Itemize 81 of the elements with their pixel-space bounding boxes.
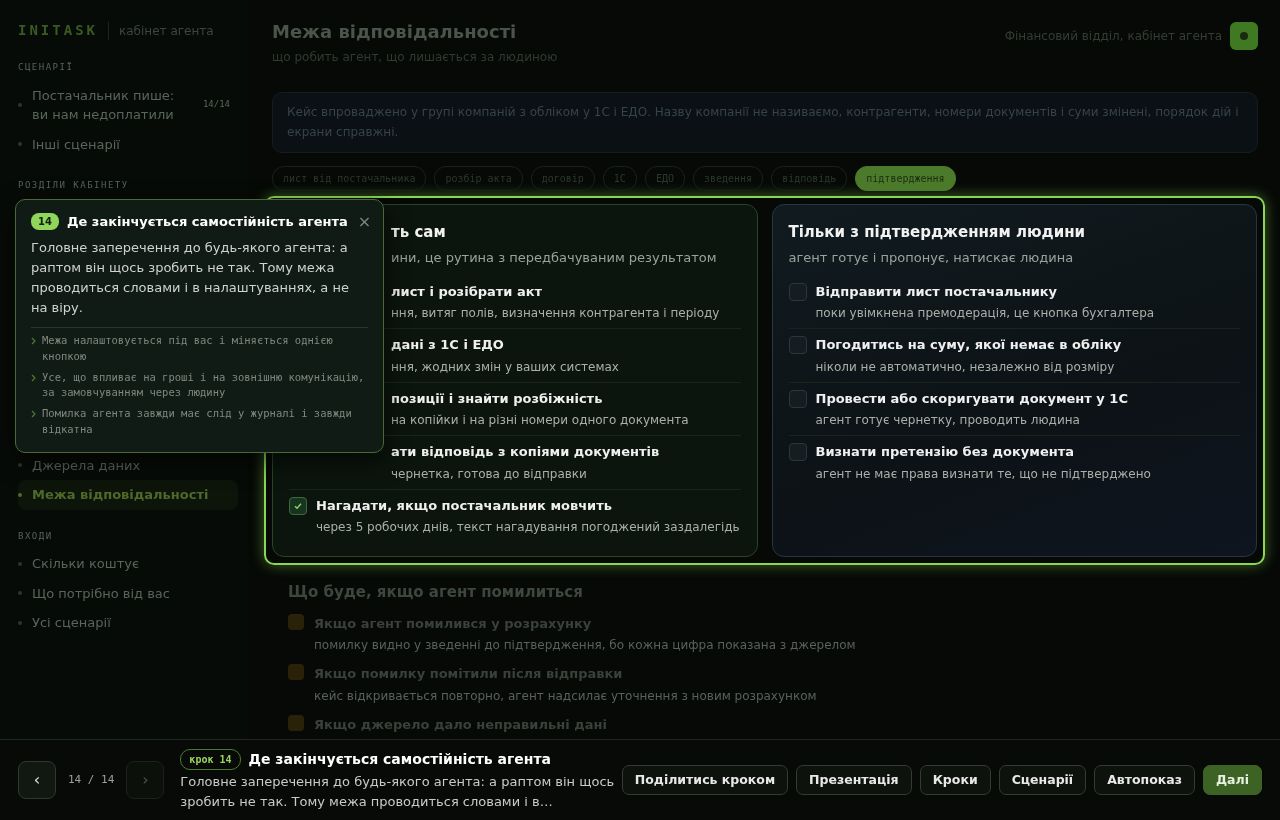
section-label: СЦЕНАРІЇ [18,61,75,74]
popover-title: Де закінчується самостійність агента [66,213,348,231]
logo: INITASK [18,21,98,40]
chevron-icon [31,373,36,382]
item-description: ння, жодних змін у ваших системах [391,358,619,376]
sidebar-item-label: Постачальник пише: ви нам недоплатили [32,86,176,124]
item-title: ати відповідь з копіями документів [391,443,660,462]
bullet-dot [18,561,22,566]
bullet-dot [18,591,22,596]
close-button[interactable]: × [355,213,374,230]
item-description: поки увімкнена премодерація, це кнопка бухгалтера [815,305,1155,323]
step-tag[interactable]: підтвердження [855,165,956,191]
item-title: дані з 1С і ЕДО [391,336,505,355]
action-button[interactable]: Кроки [919,764,991,796]
bullet-dot [18,142,22,147]
sidebar-item[interactable]: Інші сценарії [18,129,238,159]
warning-icon [288,613,304,630]
item-description: агент не має права визнати те, що не підтверджено [815,465,1151,483]
step-badge: крок 14 [180,749,241,770]
action-button[interactable]: Поділитись кроком [621,764,789,796]
warning-icon [288,664,304,681]
step-badge: 14 [31,213,59,231]
item-description: ння, витяг полів, визначення контрагента і періоду [391,305,720,323]
sidebar-item[interactable]: Постачальник пише: ви нам недоплатили 14/14 [18,80,238,130]
bullet-text: Усе, що впливає на гроші і на зовнішню комунікацію, за замовчуванням через людину [42,369,366,401]
item-description: агент готує чернетку, проводить людина [815,412,1081,430]
previous-button[interactable]: ‹ [18,761,56,799]
risk-title: Якщо помилку помітили після відправки [314,665,624,684]
bullet-text: Межа налаштовується під вас і міняється однією кнопкою [42,333,334,364]
bullet-dot [18,103,22,107]
item-title: Визнати претензію без документа [815,443,1076,462]
item-title: лист і розібрати акт [391,282,544,301]
chevron-icon [31,410,36,419]
sidebar-item[interactable]: Що потрібно від вас [18,578,238,608]
sidebar-item-label: Усі сценарії [32,614,111,632]
sidebar-item-label: Межа відповідальності [32,486,209,504]
sidebar-item[interactable]: Межа відповідальності [18,480,238,510]
section-title: Що буде, якщо агент помилиться [288,582,584,604]
sidebar-item[interactable]: Скільки коштує [18,549,238,579]
item-description: ніколи не автоматично, незалежно від розміру [815,358,1116,376]
item-title: Відправити лист постачальнику [815,282,1059,301]
risk-description: кейс відкривається повторно, агент надсилає уточнення з новим розрахунком [314,687,817,705]
sidebar-item[interactable]: Джерела даних [18,450,238,480]
risk-description: помилку видно у зведенні до підтвердження, бо кожна цифра показана з джерелом [314,637,856,655]
item-title: Погодитись на суму, якої немає в обліку [815,336,1122,355]
sidebar-item[interactable]: Усі сценарії [18,608,238,638]
sidebar-item-label: Інші сценарії [32,135,120,154]
bullet-text: Помилка агента завжди має слід у журналі і завжди відкатна [42,406,353,437]
avatar-icon [1230,22,1258,50]
brand-subtitle: кабінет агента [108,21,214,40]
page-title: Межа відповідальності [272,20,518,44]
action-button[interactable]: Далі [1203,764,1262,796]
sidebar-item-label: Джерела даних [32,456,141,475]
item-title: позиції і знайти розбіжність [391,389,604,408]
popover-text: Головне заперечення до будь-якого агента: а раптом він щось зробить не так. Тому межа проводиться словами і в налаштуваннях, а не на віру. [31,237,368,329]
item-description: через 5 робочих днів, текст нагадування погоджений заздалегідь [316,519,740,537]
section-label: ВХОДИ [18,529,54,543]
card-subtitle: агент готує і пропонує, натискає людина [788,249,1074,268]
action-button[interactable]: Презентація [796,764,912,796]
item-title: Провести або скоригувати документ у 1С [815,389,1128,408]
risk-title: Якщо агент помилився у розрахунку [314,614,593,633]
action-button[interactable]: Автопоказ [1094,764,1195,796]
warning-icon [288,714,304,731]
sidebar-item-label: Скільки коштує [32,555,140,573]
card-subtitle: ини, це рутина з передбачуваним результатом [391,249,717,268]
step-counter: 14 / 14 [68,771,115,788]
item-count: 14/14 [202,98,230,112]
action-button[interactable]: Сценарії [998,764,1087,796]
bullet-dot [18,620,22,625]
card-title: ть сам [391,221,446,243]
chevron-icon [31,337,36,346]
step-text: Головне заперечення до будь-якого агента: а раптом він щось зробить не так. Тому межа проводиться словами і в… [180,773,616,811]
sidebar-item-label: Що потрібно від вас [32,584,170,603]
item-description: на копійки і на різні номери одного документа [391,412,689,430]
step-title: Де закінчується самостійність агента [248,750,551,769]
section-label: РОЗДІЛИ КАБІНЕТУ [18,179,130,192]
item-title: Нагадати, якщо постачальник мовчить [316,496,613,515]
card-title: Тільки з підтвердженням людини [788,221,1086,243]
bullet-dot [18,492,22,497]
risk-title: Якщо джерело дало неправильні дані [314,715,607,734]
item-description: чернетка, готова до відправки [391,465,588,483]
